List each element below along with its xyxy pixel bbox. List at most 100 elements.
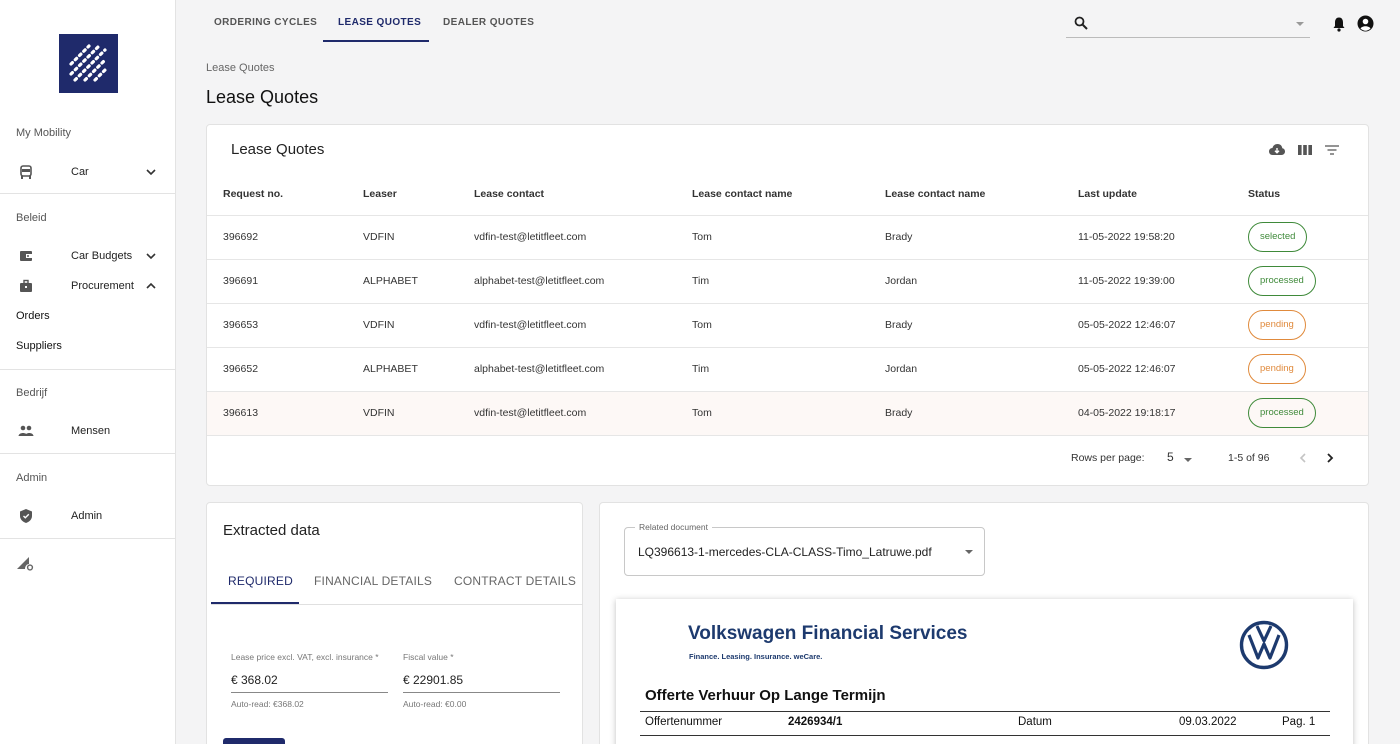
cell-contact-last-name: Brady bbox=[869, 215, 1062, 260]
tab-required[interactable]: REQUIRED bbox=[228, 574, 293, 588]
related-document-label: Related document bbox=[635, 522, 712, 532]
chevron-down-icon[interactable] bbox=[965, 550, 973, 554]
status-badge: processed bbox=[1248, 398, 1316, 428]
sidebar-item-admin[interactable]: Admin bbox=[0, 503, 176, 529]
column-header-contact-first-name[interactable]: Lease contact name bbox=[676, 173, 869, 216]
sidebar-item-mensen[interactable]: Mensen bbox=[0, 418, 176, 444]
cell-contact: vdfin-test@letitfleet.com bbox=[458, 215, 676, 260]
related-document-select[interactable]: Related document LQ396613-1-mercedes-CLA… bbox=[624, 522, 985, 576]
column-header-status[interactable]: Status bbox=[1232, 173, 1368, 216]
column-header-request[interactable]: Request no. bbox=[207, 173, 347, 216]
rows-per-page-select[interactable]: 5 bbox=[1167, 450, 1174, 464]
bell-icon[interactable] bbox=[1332, 16, 1346, 32]
breadcrumb[interactable]: Lease Quotes bbox=[206, 62, 275, 74]
section-my-mobility: My Mobility bbox=[16, 127, 72, 139]
cell-contact-last-name: Brady bbox=[869, 391, 1062, 436]
sidebar-item-suppliers[interactable]: Suppliers bbox=[16, 340, 62, 352]
tab-financial-details[interactable]: FINANCIAL DETAILS bbox=[314, 574, 432, 588]
chevron-left-icon[interactable] bbox=[1296, 451, 1310, 465]
cell-contact-first-name: Tom bbox=[676, 391, 869, 436]
rows-per-page-dropdown-icon[interactable] bbox=[1184, 458, 1192, 462]
shield-icon bbox=[17, 507, 35, 525]
section-admin: Admin bbox=[16, 472, 48, 484]
car-icon bbox=[17, 163, 35, 181]
section-beleid: Beleid bbox=[16, 212, 47, 224]
document-page-number: Pag. 1 bbox=[1282, 716, 1316, 728]
rows-per-page-label: Rows per page: bbox=[1071, 452, 1145, 464]
cell-contact-first-name: Tom bbox=[676, 303, 869, 348]
logo-mark-icon bbox=[69, 44, 107, 82]
chevron-down-icon[interactable] bbox=[144, 165, 158, 179]
related-document-card: Related document LQ396613-1-mercedes-CLA… bbox=[599, 502, 1369, 744]
cell-status: pending bbox=[1232, 303, 1368, 348]
cell-leaser: VDFIN bbox=[347, 391, 458, 436]
filter-icon[interactable] bbox=[1323, 141, 1341, 159]
status-badge: pending bbox=[1248, 354, 1306, 384]
status-badge: pending bbox=[1248, 310, 1306, 340]
columns-icon[interactable] bbox=[1296, 141, 1314, 159]
save-button[interactable] bbox=[223, 738, 285, 744]
table-row-selected[interactable]: 396613 VDFIN vdfin-test@letitfleet.com T… bbox=[207, 391, 1368, 436]
cell-leaser: VDFIN bbox=[347, 215, 458, 260]
lease-price-input[interactable]: € 368.02 bbox=[231, 673, 278, 687]
sidebar-item-label: Car bbox=[71, 166, 89, 178]
settings-signal-icon[interactable] bbox=[16, 555, 34, 571]
cell-status: selected bbox=[1232, 215, 1368, 260]
document-offer-number-label: Offertenummer bbox=[645, 716, 723, 728]
people-icon bbox=[17, 422, 35, 440]
extracted-data-card: Extracted data REQUIRED FINANCIAL DETAIL… bbox=[206, 502, 583, 744]
account-icon[interactable] bbox=[1357, 15, 1374, 32]
sidebar-item-label: Car Budgets bbox=[71, 250, 133, 262]
sidebar-divider bbox=[0, 193, 176, 194]
search-input[interactable] bbox=[1096, 14, 1276, 34]
sidebar: My Mobility Car Beleid Car Budgets Procu… bbox=[0, 0, 176, 744]
related-document-value: LQ396613-1-mercedes-CLA-CLASS-Timo_Latru… bbox=[638, 545, 932, 559]
cell-request: 396652 bbox=[207, 347, 347, 392]
tab-contract-details[interactable]: CONTRACT DETAILS bbox=[454, 574, 576, 588]
document-brand-tagline: Finance. Leasing. Insurance. weCare. bbox=[689, 652, 823, 661]
sidebar-item-orders[interactable]: Orders bbox=[16, 310, 50, 322]
pagination-range: 1-5 of 96 bbox=[1228, 452, 1270, 464]
table-row[interactable]: 396652 ALPHABET alphabet-test@letitfleet… bbox=[207, 347, 1368, 392]
column-header-lease-contact[interactable]: Lease contact bbox=[458, 173, 676, 216]
cell-last-update: 05-05-2022 12:46:07 bbox=[1062, 347, 1232, 392]
table-header-row: Request no. Leaser Lease contact Lease c… bbox=[207, 173, 1368, 216]
search-dropdown-icon[interactable] bbox=[1296, 22, 1304, 26]
cell-last-update: 05-05-2022 12:46:07 bbox=[1062, 303, 1232, 348]
table-row[interactable]: 396692 VDFIN vdfin-test@letitfleet.com T… bbox=[207, 215, 1368, 260]
cell-leaser: VDFIN bbox=[347, 303, 458, 348]
cell-contact-first-name: Tom bbox=[676, 215, 869, 260]
chevron-right-icon[interactable] bbox=[1323, 451, 1337, 465]
table-row[interactable]: 396653 VDFIN vdfin-test@letitfleet.com T… bbox=[207, 303, 1368, 348]
lease-price-helper: Auto-read: €368.02 bbox=[231, 699, 304, 709]
column-header-leaser[interactable]: Leaser bbox=[347, 173, 458, 216]
cell-request: 396691 bbox=[207, 259, 347, 304]
cell-contact: alphabet-test@letitfleet.com bbox=[458, 347, 676, 392]
brand-logo[interactable] bbox=[59, 34, 118, 93]
cell-leaser: ALPHABET bbox=[347, 259, 458, 304]
document-rule bbox=[640, 711, 1330, 712]
tab-ordering-cycles[interactable]: ORDERING CYCLES bbox=[214, 17, 317, 28]
lease-price-underline bbox=[231, 692, 388, 693]
search-box[interactable] bbox=[1066, 10, 1310, 38]
sidebar-item-car[interactable]: Car bbox=[0, 159, 176, 185]
chevron-down-icon[interactable] bbox=[144, 249, 158, 263]
lease-quotes-card: Lease Quotes Request no. Leaser Lease co… bbox=[206, 124, 1369, 486]
card-title: Extracted data bbox=[223, 522, 320, 539]
cell-request: 396692 bbox=[207, 215, 347, 260]
sidebar-item-procurement[interactable]: Procurement bbox=[0, 273, 176, 299]
cell-contact-last-name: Brady bbox=[869, 303, 1062, 348]
column-header-last-update[interactable]: Last update bbox=[1062, 173, 1232, 216]
fiscal-value-input[interactable]: € 22901.85 bbox=[403, 673, 463, 687]
column-header-contact-last-name[interactable]: Lease contact name bbox=[869, 173, 1062, 216]
document-brand-title: Volkswagen Financial Services bbox=[688, 623, 968, 644]
cell-contact-last-name: Jordan bbox=[869, 259, 1062, 304]
tab-dealer-quotes[interactable]: DEALER QUOTES bbox=[443, 17, 534, 28]
table-row[interactable]: 396691 ALPHABET alphabet-test@letitfleet… bbox=[207, 259, 1368, 304]
sidebar-item-label: Admin bbox=[71, 510, 103, 522]
chevron-up-icon[interactable] bbox=[144, 279, 158, 293]
cloud-download-icon[interactable] bbox=[1268, 141, 1286, 159]
fiscal-value-helper: Auto-read: €0.00 bbox=[403, 699, 467, 709]
sidebar-item-car-budgets[interactable]: Car Budgets bbox=[0, 243, 176, 269]
tab-lease-quotes[interactable]: LEASE QUOTES bbox=[338, 17, 421, 28]
